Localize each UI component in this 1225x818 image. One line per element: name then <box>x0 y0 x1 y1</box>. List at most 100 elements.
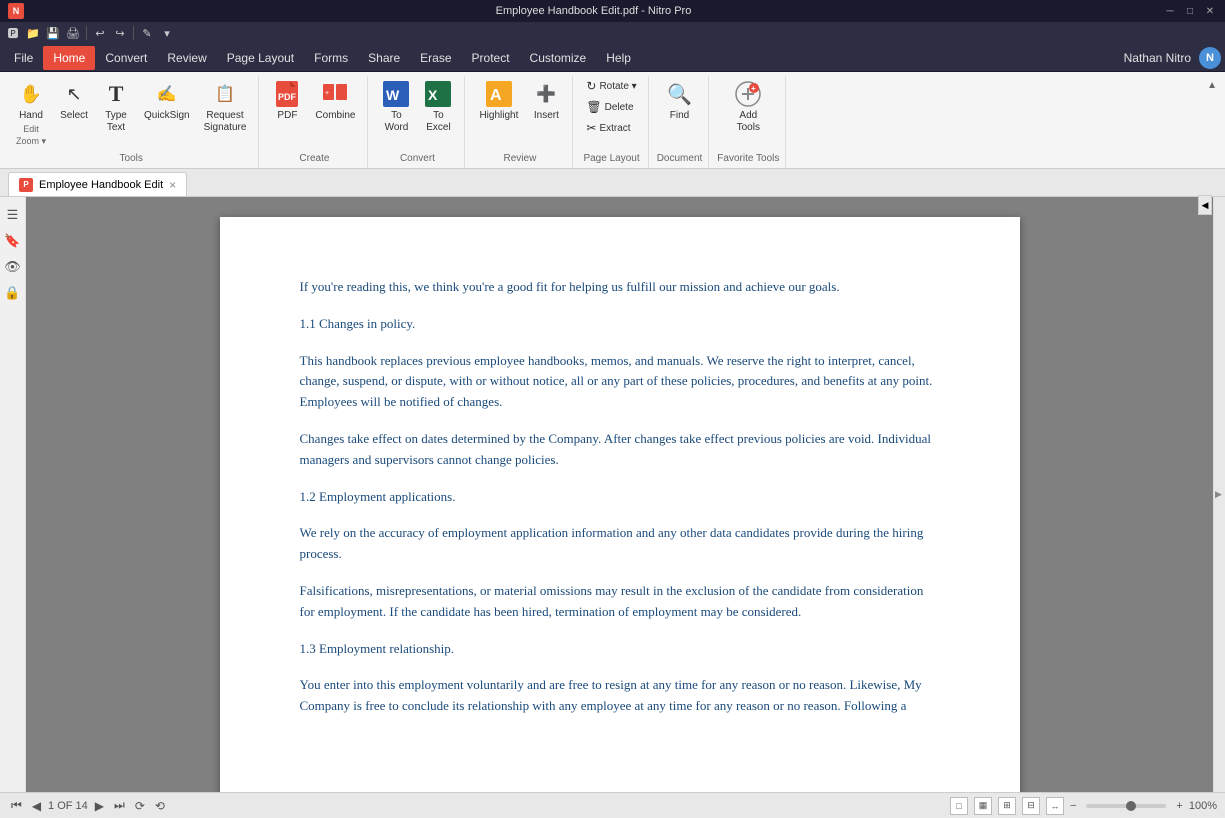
zoom-out-icon[interactable]: − <box>1070 800 1076 812</box>
nav-back-button[interactable]: ⟲ <box>152 798 168 814</box>
tools-items: ✋ Hand Edit Zoom ▾ ↖ Select T TypeText ✍… <box>10 76 252 151</box>
pdf-paragraph-1: If you're reading this, we think you're … <box>300 277 940 298</box>
find-button[interactable]: 🔍 Find <box>659 76 699 126</box>
menu-right: Nathan Nitro N <box>1124 47 1221 69</box>
type-text-button[interactable]: T TypeText <box>96 76 136 138</box>
sidebar-bookmarks-icon[interactable]: 🔖 <box>3 231 23 251</box>
nav-first-button[interactable]: ⏮ <box>8 797 25 814</box>
pdf-paragraph-6: You enter into this employment voluntari… <box>300 675 940 717</box>
extract-button[interactable]: ✂ Extract <box>581 118 641 138</box>
favorites-group-label: Favorite Tools <box>717 151 779 168</box>
combine-label: Combine <box>315 110 355 122</box>
request-signature-button[interactable]: 📋 RequestSignature <box>198 76 253 138</box>
combine-button[interactable]: + Combine <box>309 76 361 126</box>
nav-last-button[interactable]: ⏭ <box>111 797 128 814</box>
ribbon-collapse-button[interactable]: ▲ <box>1203 76 1221 95</box>
qat-separator <box>86 26 87 40</box>
quicksign-label: QuickSign <box>144 110 190 122</box>
to-word-button[interactable]: W ToWord <box>376 76 416 138</box>
quick-access-toolbar: 🅿 📁 💾 🖨 ↩ ↪ ✎ ▾ <box>0 22 1225 44</box>
doc-tab-employee-handbook[interactable]: P Employee Handbook Edit × <box>8 172 187 196</box>
zoom-in-icon[interactable]: + <box>1176 800 1182 812</box>
close-button[interactable]: ✕ <box>1203 4 1217 18</box>
doc-tab-close-button[interactable]: × <box>169 178 176 192</box>
menu-erase[interactable]: Erase <box>410 46 461 70</box>
qat-customize[interactable]: ✎ <box>138 24 156 42</box>
rotate-button[interactable]: ↻ Rotate ▾ <box>581 76 641 96</box>
ribbon-group-create: PDF PDF + Combine <box>261 76 368 168</box>
qat-new[interactable]: 🅿 <box>4 24 22 42</box>
review-group-label: Review <box>473 151 566 168</box>
hand-label: Hand <box>19 110 43 122</box>
menu-home[interactable]: Home <box>43 46 95 70</box>
insert-button[interactable]: ➕ Insert <box>526 76 566 126</box>
main-area: ☰ 🔖 👁 🔒 ◀ If you're reading this, we thi… <box>0 197 1225 792</box>
find-label: Find <box>670 110 689 122</box>
menu-convert[interactable]: Convert <box>95 46 157 70</box>
add-tools-button[interactable]: + AddTools <box>728 76 768 138</box>
maximize-button[interactable]: □ <box>1183 4 1197 18</box>
find-icon: 🔍 <box>665 80 693 108</box>
menu-share[interactable]: Share <box>358 46 410 70</box>
qat-print[interactable]: 🖨 <box>64 24 82 42</box>
menu-file[interactable]: File <box>4 46 43 70</box>
svg-text:+: + <box>751 84 756 93</box>
extract-label: Extract <box>599 123 630 134</box>
page-info: 1 OF 14 <box>48 800 88 812</box>
insert-icon: ➕ <box>532 80 560 108</box>
quicksign-button[interactable]: ✍ QuickSign <box>138 76 196 126</box>
window-controls[interactable]: ─ □ ✕ <box>1163 4 1217 18</box>
pagelayout-items: ↻ Rotate ▾ 🗑 Delete ✂ Extract <box>581 76 641 151</box>
zoom-slider[interactable] <box>1086 804 1166 808</box>
hand-edit-label: Edit <box>23 124 39 134</box>
zoom-thumb[interactable] <box>1126 801 1136 811</box>
left-sidebar: ☰ 🔖 👁 🔒 <box>0 197 26 792</box>
view-fit-button[interactable]: ⊟ <box>1022 797 1040 815</box>
select-label: Select <box>60 110 88 122</box>
favorites-items: + AddTools <box>728 76 768 151</box>
document-group-label: Document <box>657 151 703 168</box>
excel-icon: X <box>424 80 452 108</box>
status-right: □ ▦ ⊞ ⊟ ↔ − + 100% <box>950 797 1217 815</box>
highlight-button[interactable]: A Highlight <box>473 76 524 126</box>
view-width-button[interactable]: ↔ <box>1046 797 1064 815</box>
nav-refresh-button[interactable]: ⟳ <box>132 798 148 814</box>
ribbon-group-convert: W ToWord X ToExcel Convert <box>370 76 465 168</box>
minimize-button[interactable]: ─ <box>1163 4 1177 18</box>
create-group-label: Create <box>267 151 361 168</box>
convert-items: W ToWord X ToExcel <box>376 76 458 151</box>
menu-forms[interactable]: Forms <box>304 46 358 70</box>
svg-text:+: + <box>325 90 329 97</box>
pdf-heading-1-2: 1.2 Employment applications. <box>300 487 940 508</box>
qat-more[interactable]: ▾ <box>158 24 176 42</box>
doc-tab-icon: P <box>19 178 33 192</box>
nav-next-button[interactable]: ▶ <box>92 798 107 814</box>
menu-customize[interactable]: Customize <box>520 46 597 70</box>
sidebar-thumbnails-icon[interactable]: ☰ <box>3 205 23 225</box>
delete-button[interactable]: 🗑 Delete <box>581 97 641 117</box>
menu-page-layout[interactable]: Page Layout <box>217 46 304 70</box>
select-button[interactable]: ↖ Select <box>54 76 94 126</box>
view-double-button[interactable]: ▦ <box>974 797 992 815</box>
right-panel-collapse-top[interactable]: ◀ <box>1198 197 1212 215</box>
to-excel-label: ToExcel <box>426 110 450 134</box>
view-single-button[interactable]: □ <box>950 797 968 815</box>
pdf-button[interactable]: PDF PDF <box>267 76 307 126</box>
nav-prev-button[interactable]: ◀ <box>29 798 44 814</box>
to-excel-button[interactable]: X ToExcel <box>418 76 458 138</box>
menu-protect[interactable]: Protect <box>462 46 520 70</box>
menu-review[interactable]: Review <box>157 46 216 70</box>
qat-redo[interactable]: ↪ <box>111 24 129 42</box>
qat-open[interactable]: 📁 <box>24 24 42 42</box>
type-text-icon: T <box>102 80 130 108</box>
qat-undo[interactable]: ↩ <box>91 24 109 42</box>
qat-save[interactable]: 💾 <box>44 24 62 42</box>
sidebar-security-icon[interactable]: 🔒 <box>3 283 23 303</box>
sidebar-layers-icon[interactable]: 👁 <box>3 257 23 277</box>
view-grid-button[interactable]: ⊞ <box>998 797 1016 815</box>
menu-help[interactable]: Help <box>596 46 641 70</box>
pdf-area[interactable]: ◀ If you're reading this, we think you'r… <box>26 197 1213 792</box>
highlight-icon: A <box>485 80 513 108</box>
hand-tool-button[interactable]: ✋ Hand Edit Zoom ▾ <box>10 76 52 151</box>
svg-text:W: W <box>386 87 400 103</box>
